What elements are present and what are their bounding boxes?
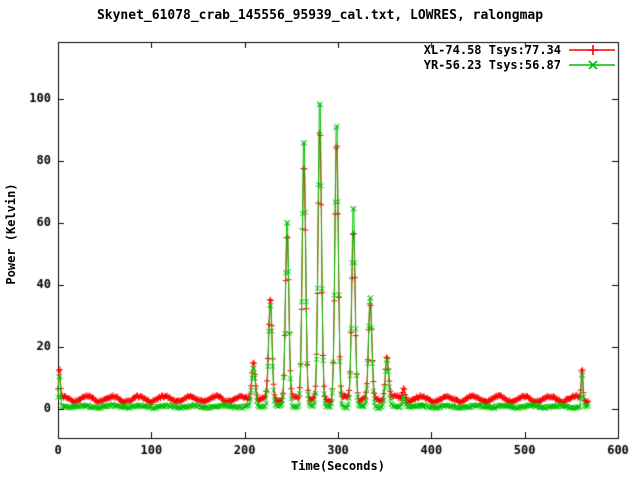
legend-item: XL-74.58 Tsys:77.34	[424, 43, 615, 57]
plot-canvas	[0, 0, 640, 480]
gnuplot-chart-window: Skynet_61078_crab_145556_95939_cal.txt, …	[0, 0, 640, 480]
legend-item: YR-56.23 Tsys:56.87	[424, 58, 615, 72]
legend-sample-line	[569, 60, 615, 70]
plus-marker-icon	[588, 45, 598, 55]
y-axis-label: Power (Kelvin)	[4, 183, 18, 285]
legend-sample-line	[569, 45, 615, 55]
legend-item-label: XL-74.58 Tsys:77.34	[423, 43, 561, 57]
legend-item-label: YR-56.23 Tsys:56.87	[423, 58, 561, 72]
x-axis-label: Time(Seconds)	[291, 459, 385, 473]
legend: XL-74.58 Tsys:77.34 YR-56.23 Tsys:56.87	[424, 43, 615, 72]
